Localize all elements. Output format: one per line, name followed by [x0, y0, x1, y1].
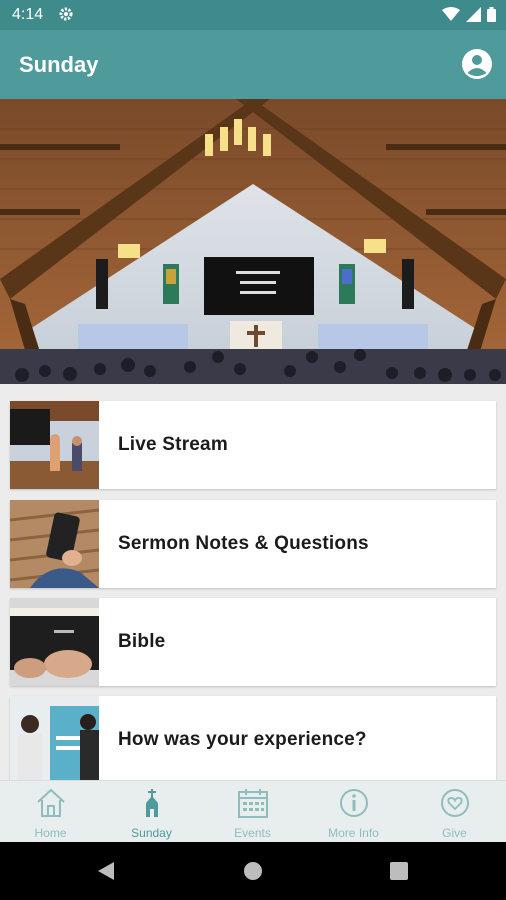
- bible-label: Bible: [118, 631, 166, 652]
- nav-label-events: Events: [234, 826, 271, 840]
- gear-icon: [59, 7, 73, 21]
- nav-item-sunday[interactable]: Sunday: [101, 781, 202, 843]
- profile-icon[interactable]: [462, 49, 492, 79]
- nav-item-more-info[interactable]: More Info: [303, 781, 404, 843]
- nav-item-events[interactable]: Events: [202, 781, 303, 843]
- battery-icon: [487, 7, 496, 22]
- live-stream-label: Live Stream: [118, 434, 228, 455]
- bottom-nav: Home Sunday Events More Info Give: [0, 780, 506, 843]
- app-bar: Sunday: [0, 30, 506, 99]
- status-bar: 4:14: [0, 0, 506, 30]
- recents-icon[interactable]: [390, 862, 408, 880]
- nav-item-home[interactable]: Home: [0, 781, 101, 843]
- list-item-sermon-notes[interactable]: Sermon Notes & Questions: [10, 500, 496, 588]
- list-item-bible[interactable]: Bible: [10, 598, 496, 686]
- sermon-notes-label: Sermon Notes & Questions: [118, 533, 369, 554]
- church-icon: [146, 789, 158, 817]
- hero-image: [0, 99, 506, 384]
- heart-icon: [441, 789, 469, 817]
- back-icon[interactable]: [97, 861, 115, 881]
- home-button-icon[interactable]: [243, 861, 263, 881]
- sermon-notes-thumbnail: [10, 500, 99, 588]
- list-item-experience[interactable]: How was your experience?: [10, 696, 496, 780]
- info-icon: [340, 789, 368, 817]
- nav-label-home: Home: [34, 826, 67, 840]
- list-item-live-stream[interactable]: Live Stream: [10, 401, 496, 489]
- nav-label-sunday: Sunday: [131, 826, 172, 840]
- nav-label-more-info: More Info: [328, 826, 379, 840]
- nav-item-give[interactable]: Give: [404, 781, 505, 843]
- nav-label-give: Give: [442, 826, 467, 840]
- status-icons: [442, 7, 496, 22]
- system-nav-bar: [0, 842, 506, 900]
- menu-list: Live Stream Sermon Notes & Questions Bib…: [0, 384, 506, 780]
- page-title: Sunday: [19, 52, 99, 77]
- wifi-icon: [442, 7, 460, 21]
- calendar-icon: [238, 789, 268, 818]
- status-time: 4:14: [12, 6, 44, 23]
- experience-thumbnail: [10, 696, 99, 780]
- experience-label: How was your experience?: [118, 729, 367, 750]
- bible-thumbnail: [10, 598, 99, 686]
- live-stream-thumbnail: [10, 401, 99, 489]
- signal-icon: [466, 7, 481, 22]
- home-icon: [37, 788, 65, 817]
